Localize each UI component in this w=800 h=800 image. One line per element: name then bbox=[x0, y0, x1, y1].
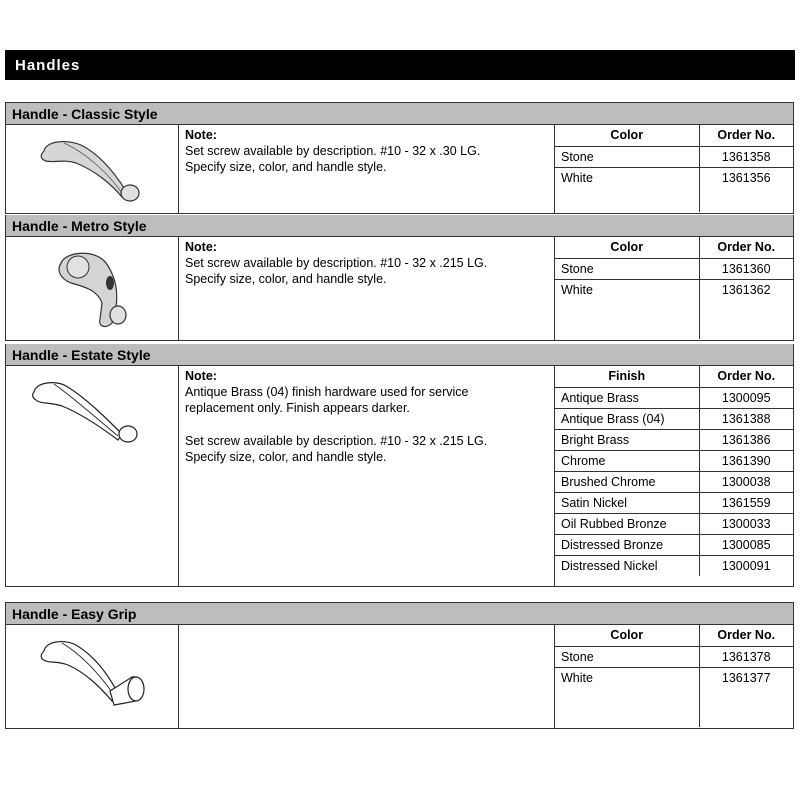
order-no-cell: 1300033 bbox=[699, 513, 793, 535]
table-row: Brushed Chrome 1300038 bbox=[555, 471, 793, 493]
order-no-cell: 1361356 bbox=[721, 170, 771, 185]
estate-handle-image bbox=[6, 366, 179, 586]
option-cell: Antique Brass bbox=[555, 387, 700, 409]
column-header-color: Color bbox=[555, 625, 700, 647]
column-header-color: Color bbox=[555, 237, 700, 259]
note-line: Set screw available by description. #10 … bbox=[185, 256, 488, 270]
option-cell: Stone bbox=[555, 646, 700, 668]
estate-handle-icon bbox=[32, 382, 138, 443]
option-cell: White bbox=[555, 167, 700, 212]
column-header-order-no: Order No. bbox=[699, 366, 793, 388]
option-cell: White bbox=[555, 279, 700, 339]
table-row: White 1361377 bbox=[555, 667, 793, 727]
table-row: Antique Brass (04) 1361388 bbox=[555, 408, 793, 430]
note-cell: Note: Antique Brass (04) finish hardware… bbox=[179, 366, 555, 586]
table-row: Bright Brass 1361386 bbox=[555, 429, 793, 451]
column-header-order-no: Order No. bbox=[699, 625, 793, 647]
option-cell: Oil Rubbed Bronze bbox=[555, 513, 700, 535]
table-row: White 1361356 bbox=[555, 167, 793, 212]
order-no-cell: 1361377 bbox=[721, 670, 771, 685]
page-title: Handles bbox=[5, 50, 795, 80]
note-cell: Note: Set screw available by description… bbox=[179, 237, 555, 340]
table-row: Antique Brass 1300095 bbox=[555, 387, 793, 409]
metro-handle-icon bbox=[58, 252, 127, 328]
order-no-cell: 1361362 bbox=[721, 282, 771, 297]
order-no-cell: 1300085 bbox=[699, 534, 793, 556]
section-title: Handle - Classic Style bbox=[6, 103, 793, 125]
table-row: Stone 1361378 bbox=[555, 646, 793, 668]
note-cell: Note: Set screw available by description… bbox=[179, 125, 555, 213]
note-line: Set screw available by description. #10 … bbox=[185, 434, 488, 448]
option-cell: White bbox=[555, 667, 700, 727]
option-cell: Chrome bbox=[555, 450, 700, 472]
order-table: Color Order No. Stone 1361358 White 1361356 bbox=[555, 125, 793, 213]
table-row: Oil Rubbed Bronze 1300033 bbox=[555, 513, 793, 535]
option-cell: Bright Brass bbox=[555, 429, 700, 451]
column-header-color: Color bbox=[555, 125, 700, 147]
note-label: Note: bbox=[185, 369, 217, 383]
table-row: Satin Nickel 1361559 bbox=[555, 492, 793, 514]
note-line: Antique Brass (04) finish hardware used … bbox=[185, 385, 469, 399]
column-header-order-no: Order No. bbox=[699, 125, 793, 147]
note-line: replacement only. Finish appears darker. bbox=[185, 401, 410, 415]
table-row: Chrome 1361390 bbox=[555, 450, 793, 472]
table-row: White 1361362 bbox=[555, 279, 793, 339]
easy-grip-handle-icon bbox=[40, 641, 145, 706]
column-header-finish: Finish bbox=[555, 366, 700, 388]
easy-grip-handle-image bbox=[6, 625, 179, 728]
note-line: Specify size, color, and handle style. bbox=[185, 272, 387, 286]
metro-handle-image bbox=[6, 237, 179, 340]
order-table: Finish Order No. Antique Brass 1300095 Ant… bbox=[555, 366, 793, 586]
option-cell: Distressed Bronze bbox=[555, 534, 700, 556]
classic-handle-icon bbox=[40, 141, 140, 202]
section-classic-style: Handle - Classic Style Note: Set screw a… bbox=[5, 102, 794, 214]
order-no-cell: 1300091 bbox=[721, 558, 771, 573]
option-cell: Stone bbox=[555, 258, 700, 280]
option-cell: Distressed Nickel bbox=[555, 555, 700, 576]
section-title: Handle - Estate Style bbox=[6, 344, 793, 366]
table-row: Stone 1361360 bbox=[555, 258, 793, 280]
order-no-cell: 1361358 bbox=[699, 146, 793, 168]
option-cell: Antique Brass (04) bbox=[555, 408, 700, 430]
section-estate-style: Handle - Estate Style Note: Antique Bras… bbox=[5, 344, 794, 587]
order-no-cell: 1300095 bbox=[699, 387, 793, 409]
note-label: Note: bbox=[185, 128, 217, 142]
note-cell bbox=[179, 625, 555, 728]
table-row: Distressed Bronze 1300085 bbox=[555, 534, 793, 556]
order-no-cell: 1361360 bbox=[699, 258, 793, 280]
option-cell: Brushed Chrome bbox=[555, 471, 700, 493]
section-easy-grip: Handle - Easy Grip Color Order No. Stone 1… bbox=[5, 602, 794, 729]
option-cell: Stone bbox=[555, 146, 700, 168]
note-line: Specify size, color, and handle style. bbox=[185, 450, 387, 464]
note-label: Note: bbox=[185, 240, 217, 254]
column-header-order-no: Order No. bbox=[699, 237, 793, 259]
section-title: Handle - Metro Style bbox=[6, 215, 793, 237]
order-table: Color Order No. Stone 1361360 White 1361362 bbox=[555, 237, 793, 340]
order-table: Color Order No. Stone 1361378 White 1361377 bbox=[555, 625, 793, 728]
order-no-cell: 1300038 bbox=[699, 471, 793, 493]
order-no-cell: 1361386 bbox=[699, 429, 793, 451]
note-line: Set screw available by description. #10 … bbox=[185, 144, 481, 158]
section-title: Handle - Easy Grip bbox=[6, 603, 793, 625]
table-row: Stone 1361358 bbox=[555, 146, 793, 168]
classic-handle-image bbox=[6, 125, 179, 213]
section-metro-style: Handle - Metro Style Note: Set screw ava… bbox=[5, 215, 794, 341]
table-row: Distressed Nickel 1300091 bbox=[555, 555, 793, 576]
note-line: Specify size, color, and handle style. bbox=[185, 160, 387, 174]
order-no-cell: 1361559 bbox=[699, 492, 793, 514]
order-no-cell: 1361378 bbox=[699, 646, 793, 668]
option-cell: Satin Nickel bbox=[555, 492, 700, 514]
order-no-cell: 1361390 bbox=[699, 450, 793, 472]
order-no-cell: 1361388 bbox=[699, 408, 793, 430]
